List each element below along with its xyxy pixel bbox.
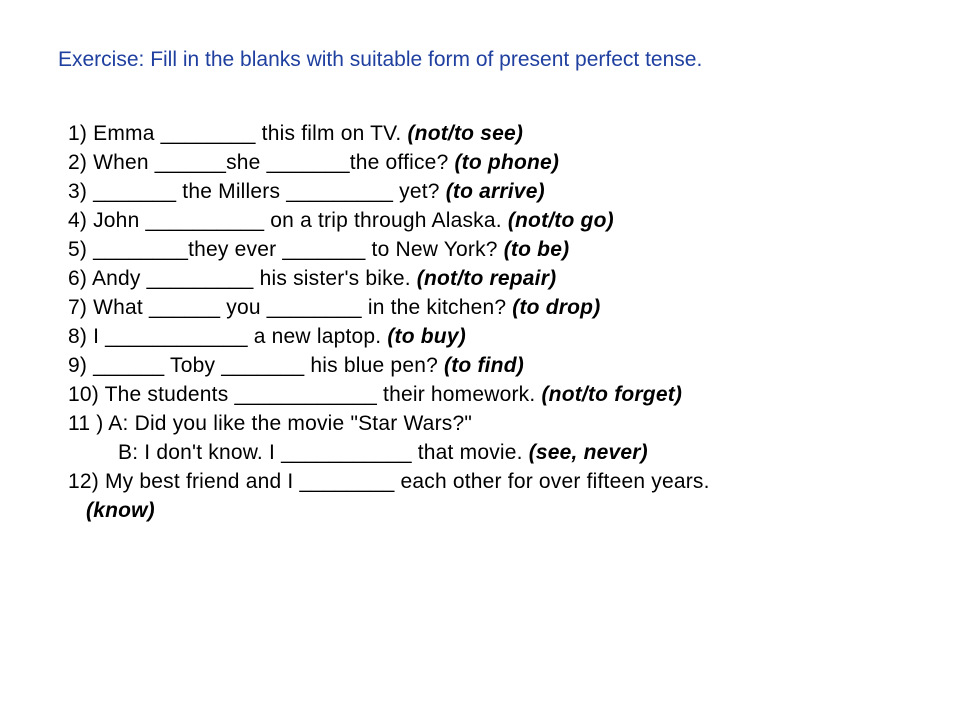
question-8: 8) I ____________ a new laptop. (to buy) bbox=[68, 323, 910, 352]
question-12a: 12) My best friend and I ________ each o… bbox=[68, 468, 910, 497]
question-text: 9) ______ Toby _______ his blue pen? bbox=[68, 354, 444, 377]
question-hint: (to drop) bbox=[512, 296, 600, 319]
question-4: 4) John __________ on a trip through Ala… bbox=[68, 207, 910, 236]
question-1: 1) Emma ________ this film on TV. (not/t… bbox=[68, 120, 910, 149]
question-hint: (not/to repair) bbox=[417, 267, 557, 290]
question-hint: (not/to forget) bbox=[541, 383, 682, 406]
question-7: 7) What ______ you ________ in the kitch… bbox=[68, 294, 910, 323]
question-5: 5) ________they ever _______ to New York… bbox=[68, 236, 910, 265]
question-10: 10) The students ____________ their home… bbox=[68, 381, 910, 410]
question-hint: (to phone) bbox=[454, 151, 559, 174]
question-text: 4) John __________ on a trip through Ala… bbox=[68, 209, 508, 232]
question-hint: (to arrive) bbox=[446, 180, 545, 203]
question-text: 3) _______ the Millers _________ yet? bbox=[68, 180, 446, 203]
question-text: 10) The students ____________ their home… bbox=[68, 383, 541, 406]
question-hint: (not/to see) bbox=[407, 122, 523, 145]
question-12b: (know) bbox=[68, 497, 910, 526]
question-text: 6) Andy _________ his sister's bike. bbox=[68, 267, 417, 290]
question-3: 3) _______ the Millers _________ yet? (t… bbox=[68, 178, 910, 207]
question-2: 2) When ______she _______the office? (to… bbox=[68, 149, 910, 178]
exercise-title: Exercise: Fill in the blanks with suitab… bbox=[50, 48, 910, 72]
question-hint: (to be) bbox=[504, 238, 570, 261]
question-11a: 11 ) A: Did you like the movie "Star War… bbox=[68, 410, 910, 439]
question-11b: B: I don't know. I ___________ that movi… bbox=[68, 439, 910, 468]
question-text: B: I don't know. I ___________ that movi… bbox=[118, 441, 529, 464]
question-hint: (know) bbox=[86, 499, 155, 522]
question-9: 9) ______ Toby _______ his blue pen? (to… bbox=[68, 352, 910, 381]
question-text: 12) My best friend and I ________ each o… bbox=[68, 470, 710, 493]
question-hint: (to buy) bbox=[387, 325, 466, 348]
question-hint: (to find) bbox=[444, 354, 524, 377]
question-text: 2) When ______she _______the office? bbox=[68, 151, 454, 174]
question-text: 8) I ____________ a new laptop. bbox=[68, 325, 387, 348]
question-text: 5) ________they ever _______ to New York… bbox=[68, 238, 504, 261]
question-hint: (not/to go) bbox=[508, 209, 614, 232]
question-text: 7) What ______ you ________ in the kitch… bbox=[68, 296, 512, 319]
question-hint: (see, never) bbox=[529, 441, 648, 464]
exercise-list: 1) Emma ________ this film on TV. (not/t… bbox=[50, 120, 910, 526]
question-6: 6) Andy _________ his sister's bike. (no… bbox=[68, 265, 910, 294]
question-text: 11 ) A: Did you like the movie "Star War… bbox=[68, 412, 472, 435]
question-text: 1) Emma ________ this film on TV. bbox=[68, 122, 407, 145]
